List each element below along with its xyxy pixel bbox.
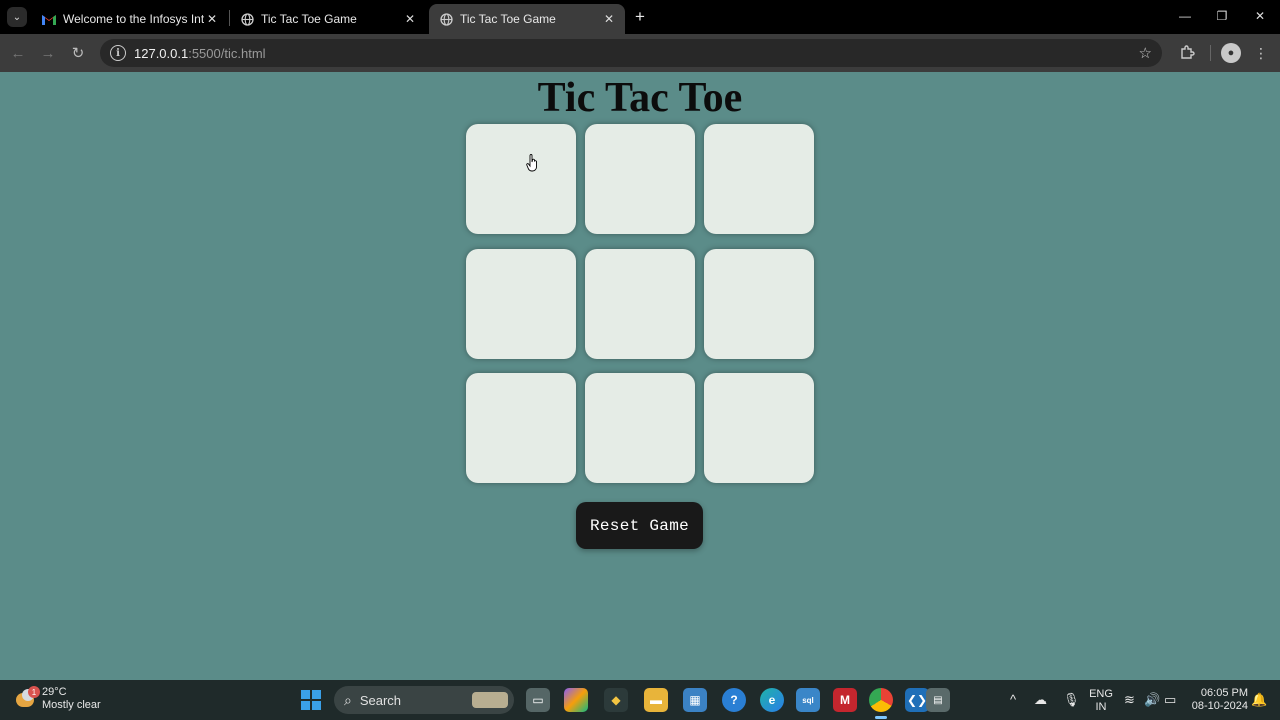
weather-icon: 1	[14, 686, 40, 711]
search-label: Search	[359, 692, 402, 708]
more-menu-icon[interactable]: ⋮	[1251, 43, 1271, 63]
globe-icon	[240, 12, 254, 26]
close-tab-icon[interactable]: ✕	[402, 11, 418, 27]
microphone-icon[interactable]: 🎙	[1063, 692, 1080, 708]
volume-icon[interactable]: 🔊	[1144, 692, 1160, 708]
extensions-puzzle-icon[interactable]	[1177, 43, 1197, 63]
notification-badge: 1	[28, 686, 40, 698]
active-app-indicator	[875, 716, 887, 719]
profile-avatar-icon[interactable]: ●	[1221, 43, 1241, 63]
onedrive-cloud-icon[interactable]: ☁	[1034, 692, 1047, 708]
board-cell[interactable]	[704, 124, 814, 234]
gmail-icon	[42, 12, 56, 26]
chrome-icon[interactable]	[869, 688, 893, 712]
language-code: ENG	[1089, 688, 1113, 700]
restore-icon[interactable]: ❐	[1207, 6, 1237, 26]
language-indicator[interactable]: ENG IN	[1088, 688, 1114, 714]
close-tab-icon[interactable]: ✕	[601, 11, 617, 27]
taskbar-search[interactable]: ⌕ Search	[334, 686, 514, 714]
region-code: IN	[1095, 701, 1107, 713]
weather-description: Mostly clear	[42, 699, 101, 711]
board-cell[interactable]	[585, 373, 695, 483]
tab-title: Tic Tac Toe Game	[261, 12, 357, 26]
board-cell[interactable]	[466, 249, 576, 359]
globe-icon	[439, 12, 453, 26]
notepad-icon[interactable]: ▤	[926, 688, 950, 712]
forward-arrow-icon[interactable]: →	[37, 42, 59, 64]
tab-infosys[interactable]: Welcome to the Infosys Interns ✕	[32, 4, 228, 34]
search-icon: ⌕	[344, 691, 352, 708]
show-hidden-icons-chevron-icon[interactable]: ^	[1010, 692, 1016, 707]
windows-start-icon[interactable]	[301, 690, 321, 710]
reset-game-button[interactable]: Reset Game	[576, 502, 703, 549]
site-info-icon[interactable]: i	[110, 45, 126, 61]
url-path: :5500/tic.html	[188, 45, 266, 61]
windows-taskbar: 1 29°C Mostly clear ⌕ Search ▭ ◆ ▬ ▦ ? e…	[0, 680, 1280, 720]
weather-temperature: 29°C	[42, 686, 67, 698]
battery-icon[interactable]: ▭	[1164, 692, 1176, 708]
weather-widget[interactable]: 1 29°C Mostly clear	[14, 686, 101, 712]
tab-tictactoe-2-active[interactable]: Tic Tac Toe Game ✕	[429, 4, 625, 34]
clock-date: 08-10-2024	[1191, 700, 1248, 712]
clock-time: 06:05 PM	[1200, 687, 1248, 699]
close-tab-icon[interactable]: ✕	[204, 11, 220, 27]
toolbar-divider	[1210, 45, 1211, 61]
board-cell[interactable]	[704, 249, 814, 359]
help-icon[interactable]: ?	[722, 688, 746, 712]
url-host: 127.0.0.1	[134, 45, 189, 61]
tab-search-chevron-icon[interactable]: ⌄	[7, 7, 27, 27]
wifi-icon[interactable]: ≋	[1124, 692, 1135, 708]
page-content: Tic Tac Toe Reset Game	[0, 72, 1280, 680]
tab-title: Tic Tac Toe Game	[460, 12, 556, 26]
board-cell[interactable]	[704, 373, 814, 483]
back-arrow-icon[interactable]: ←	[7, 42, 29, 64]
tab-title: Welcome to the Infosys Interns	[63, 12, 204, 26]
minimize-icon[interactable]: —	[1170, 6, 1200, 26]
hand-cursor-icon	[526, 154, 537, 172]
task-view-icon[interactable]: ▭	[526, 688, 550, 712]
tab-strip: ⌄ Welcome to the Infosys Interns ✕ Tic T…	[0, 0, 1280, 34]
copilot-icon[interactable]	[564, 688, 588, 712]
microsoft-store-icon[interactable]: ▦	[683, 688, 707, 712]
notification-bell-icon[interactable]: 🔔	[1251, 692, 1267, 708]
board-cell[interactable]	[585, 124, 695, 234]
board-cell[interactable]	[466, 124, 576, 234]
browser-toolbar: ← → ↻ i 127.0.0.1:5500/tic.html ☆ ● ⋮	[0, 34, 1280, 72]
edge-browser-icon[interactable]: e	[760, 688, 784, 712]
mcafee-icon[interactable]: M	[833, 688, 857, 712]
reload-icon[interactable]: ↻	[67, 42, 89, 64]
close-window-icon[interactable]: ✕	[1245, 6, 1275, 26]
tab-tictactoe-1[interactable]: Tic Tac Toe Game ✕	[230, 4, 426, 34]
page-title: Tic Tac Toe	[537, 75, 743, 121]
mysql-workbench-icon[interactable]: sql	[796, 688, 820, 712]
board-cell[interactable]	[466, 373, 576, 483]
bookmark-star-icon[interactable]: ☆	[1139, 44, 1152, 62]
address-bar[interactable]: i 127.0.0.1:5500/tic.html ☆	[100, 39, 1162, 67]
new-tab-plus-icon[interactable]: +	[630, 7, 650, 27]
board-cell[interactable]	[585, 249, 695, 359]
git-icon[interactable]: ◆	[604, 688, 628, 712]
clock[interactable]: 06:05 PM 08-10-2024	[1186, 687, 1248, 713]
search-highlight-icon	[472, 692, 508, 708]
file-explorer-icon[interactable]: ▬	[644, 688, 668, 712]
